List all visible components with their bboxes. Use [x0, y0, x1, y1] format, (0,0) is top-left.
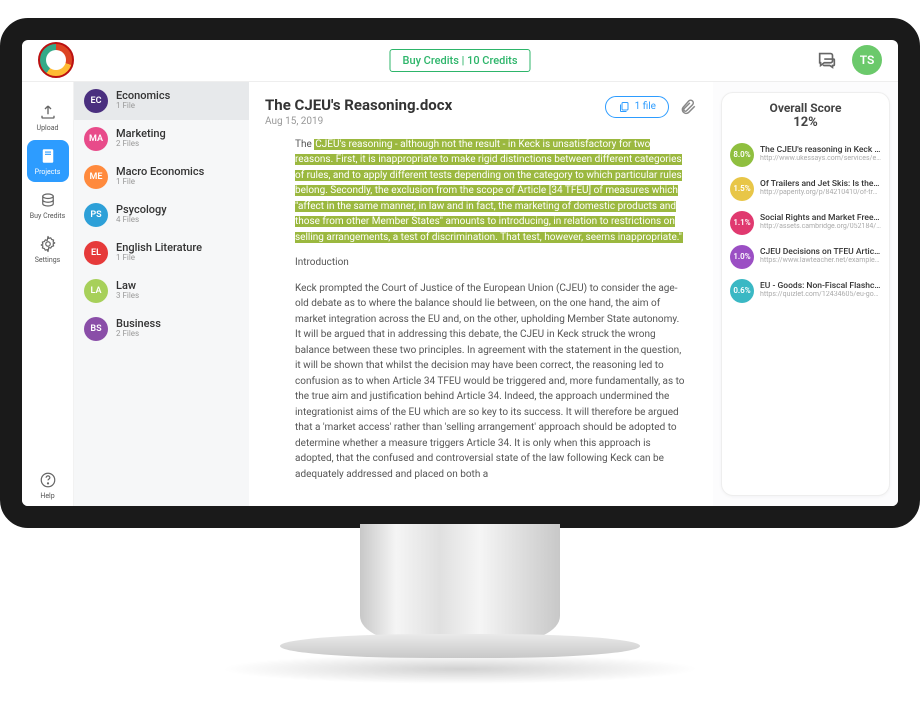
project-file-count: 4 Files: [116, 216, 167, 225]
score-value: 12%: [728, 115, 883, 130]
monitor-shadow: [220, 654, 700, 684]
nav-projects[interactable]: Projects: [27, 140, 69, 182]
project-badge: ME: [84, 165, 108, 189]
score-title: Overall Score: [728, 101, 883, 115]
match-url: https://quizlet.com/12434605/eu-goods-no…: [760, 291, 881, 299]
match-percent: 1.1%: [730, 211, 754, 235]
project-item[interactable]: ME Macro Economics 1 File: [74, 158, 249, 196]
document-date: Aug 15, 2019: [265, 116, 452, 127]
project-badge: LA: [84, 279, 108, 303]
match-title: Social Rights and Market Freedo...: [760, 214, 881, 223]
score-card: Overall Score 12% 8.0% The CJEU's reason…: [721, 92, 890, 496]
project-file-count: 1 File: [116, 102, 170, 111]
project-item[interactable]: EL English Literature 1 File: [74, 234, 249, 272]
project-item[interactable]: BS Business 2 Files: [74, 310, 249, 348]
score-pane: Overall Score 12% 8.0% The CJEU's reason…: [713, 82, 898, 506]
project-file-count: 3 Files: [116, 292, 139, 301]
match-row[interactable]: 8.0% The CJEU's reasoning in Keck is ...…: [728, 138, 883, 172]
match-row[interactable]: 1.5% Of Trailers and Jet Skis: Is the Ca…: [728, 172, 883, 206]
nav-help-label: Help: [40, 492, 54, 500]
section-heading: Introduction: [295, 255, 687, 271]
highlighted-passage: CJEU's reasoning - although not the resu…: [295, 139, 683, 243]
match-row[interactable]: 1.1% Social Rights and Market Freedo... …: [728, 206, 883, 240]
doc-lead: The: [295, 139, 314, 150]
match-row[interactable]: 0.6% EU - Goods: Non-Fiscal Flashc... ht…: [728, 274, 883, 308]
monitor-stand-base: [280, 634, 640, 658]
match-url: http://paperity.org/p/84210410/of-traile…: [760, 189, 881, 197]
project-file-count: 2 Files: [116, 140, 166, 149]
file-chip[interactable]: 1 file: [605, 96, 669, 118]
monitor-frame: Buy Credits | 10 Credits TS Upload Proje…: [0, 18, 920, 684]
user-avatar[interactable]: TS: [852, 45, 882, 75]
document-title: The CJEU's Reasoning.docx: [265, 96, 452, 114]
nav-upload[interactable]: Upload: [27, 96, 69, 138]
credits-icon: [38, 190, 58, 210]
project-file-count: 2 Files: [116, 330, 161, 339]
match-percent: 1.5%: [730, 177, 754, 201]
nav-settings-label: Settings: [35, 256, 61, 264]
attachment-icon[interactable]: [679, 98, 697, 116]
left-nav: Upload Projects Buy Credits Settings: [22, 82, 74, 506]
project-item[interactable]: PS Psycology 4 Files: [74, 196, 249, 234]
project-file-count: 1 File: [116, 178, 204, 187]
project-badge: BS: [84, 317, 108, 341]
match-url: http://assets.cambridge.org/052184/1267/…: [760, 223, 881, 231]
nav-help[interactable]: Help: [27, 464, 69, 506]
match-percent: 1.0%: [730, 245, 754, 269]
upload-icon: [38, 102, 58, 122]
match-url: https://www.lawteacher.net/example-essay…: [760, 257, 881, 265]
chat-icon[interactable]: [816, 49, 838, 71]
project-item[interactable]: MA Marketing 2 Files: [74, 120, 249, 158]
nav-settings[interactable]: Settings: [27, 228, 69, 270]
top-bar: Buy Credits | 10 Credits TS: [22, 40, 898, 82]
file-chip-label: 1 file: [635, 101, 656, 112]
nav-buy-credits[interactable]: Buy Credits: [27, 184, 69, 226]
match-title: CJEU Decisions on TFEU Articl...: [760, 248, 881, 257]
document-body[interactable]: The CJEU's reasoning - although not the …: [265, 137, 697, 496]
project-badge: MA: [84, 127, 108, 151]
project-file-count: 1 File: [116, 254, 202, 263]
help-icon: [38, 470, 58, 490]
document-pane: The CJEU's Reasoning.docx Aug 15, 2019 1…: [249, 82, 713, 506]
project-item[interactable]: LA Law 3 Files: [74, 272, 249, 310]
nav-projects-label: Projects: [35, 168, 61, 176]
match-percent: 8.0%: [730, 143, 754, 167]
project-badge: PS: [84, 203, 108, 227]
match-percent: 0.6%: [730, 279, 754, 303]
nav-credits-label: Buy Credits: [30, 212, 65, 220]
gear-icon: [38, 234, 58, 254]
projects-list: EC Economics 1 FileMA Marketing 2 FilesM…: [74, 82, 249, 506]
screen: Buy Credits | 10 Credits TS Upload Proje…: [0, 18, 920, 528]
match-title: Of Trailers and Jet Skis: Is the Ca...: [760, 180, 881, 189]
monitor-stand-neck: [360, 524, 560, 644]
project-badge: EL: [84, 241, 108, 265]
project-item[interactable]: EC Economics 1 File: [74, 82, 249, 120]
match-url: http://www.ukessays.com/services/example…: [760, 155, 881, 163]
app-logo[interactable]: [38, 42, 74, 78]
match-title: EU - Goods: Non-Fiscal Flashc...: [760, 282, 881, 291]
projects-icon: [38, 146, 58, 166]
match-title: The CJEU's reasoning in Keck is ...: [760, 146, 881, 155]
nav-upload-label: Upload: [37, 124, 59, 132]
project-badge: EC: [84, 89, 108, 113]
body-paragraph: Keck prompted the Court of Justice of th…: [295, 281, 687, 483]
match-row[interactable]: 1.0% CJEU Decisions on TFEU Articl... ht…: [728, 240, 883, 274]
buy-credits-pill[interactable]: Buy Credits | 10 Credits: [390, 49, 531, 72]
